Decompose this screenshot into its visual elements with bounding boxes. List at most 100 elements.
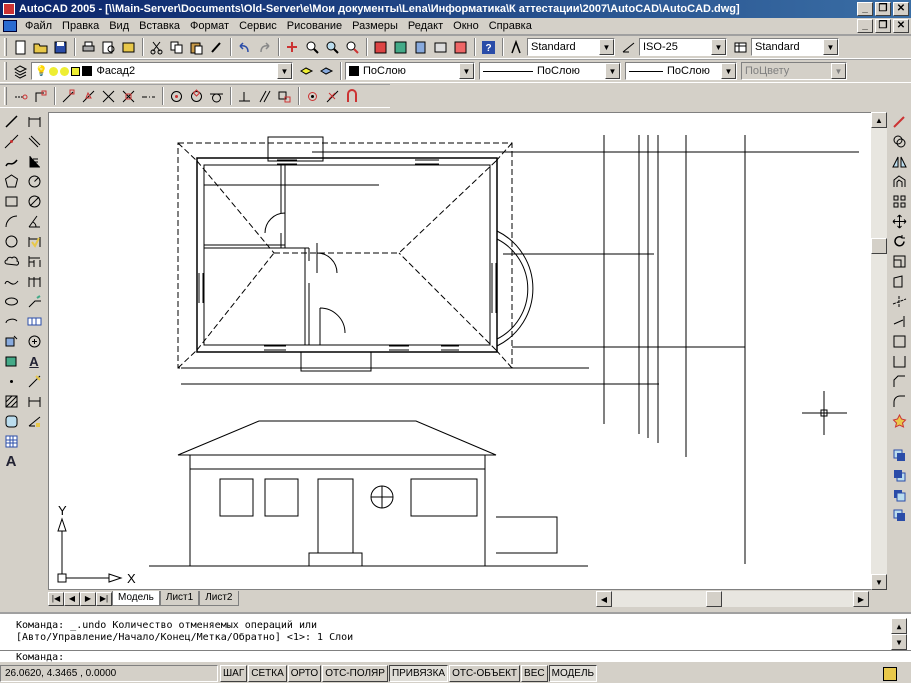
help-icon[interactable]: ? bbox=[479, 38, 498, 57]
send-to-back-icon[interactable] bbox=[890, 466, 909, 485]
insert-block-icon[interactable] bbox=[2, 332, 21, 351]
quick-leader-icon[interactable] bbox=[25, 292, 44, 311]
chevron-down-icon[interactable]: ▼ bbox=[711, 39, 726, 55]
sun-icon[interactable] bbox=[49, 66, 59, 76]
command-window[interactable]: Команда: _.undo Количество отменяемых оп… bbox=[0, 612, 911, 663]
tab-model[interactable]: Модель bbox=[112, 591, 160, 606]
snap-from-icon[interactable] bbox=[31, 87, 50, 106]
preview-icon[interactable] bbox=[99, 38, 118, 57]
menu-insert[interactable]: Вставка bbox=[134, 20, 185, 32]
open-icon[interactable] bbox=[31, 38, 50, 57]
horizontal-scroll-thumb[interactable] bbox=[706, 591, 722, 607]
snap-midpoint-icon[interactable] bbox=[79, 87, 98, 106]
copy-icon[interactable] bbox=[167, 38, 186, 57]
title-bar[interactable]: AutoCAD 2005 - [\\Main-Server\Documents\… bbox=[0, 0, 911, 18]
print-icon[interactable] bbox=[79, 38, 98, 57]
baseline-dimension-icon[interactable] bbox=[25, 252, 44, 271]
plotstyle-select[interactable]: ПоЦвету ▼ bbox=[741, 62, 847, 80]
sheet-set-icon[interactable] bbox=[431, 38, 450, 57]
menu-window[interactable]: Окно bbox=[448, 20, 484, 32]
osnap-toggle[interactable]: ПРИВЯЗКА bbox=[388, 665, 449, 682]
command-scroll-up-icon[interactable]: ▲ bbox=[891, 618, 907, 634]
menu-modify[interactable]: Редакт bbox=[403, 20, 448, 32]
polygon-icon[interactable] bbox=[2, 172, 21, 191]
snap-node-icon[interactable] bbox=[303, 87, 322, 106]
break-icon[interactable] bbox=[890, 352, 909, 371]
markup-icon[interactable] bbox=[451, 38, 470, 57]
tab-prev-icon[interactable]: ◀ bbox=[64, 591, 80, 606]
explode-icon[interactable] bbox=[890, 412, 909, 431]
command-scroll-down-icon[interactable]: ▼ bbox=[891, 634, 907, 650]
otrack-toggle[interactable]: ОТС-ОБЪЕКТ bbox=[449, 665, 521, 682]
tab-next-icon[interactable]: ▶ bbox=[80, 591, 96, 606]
quick-dimension-icon[interactable] bbox=[25, 232, 44, 251]
menu-file[interactable]: Файл bbox=[20, 20, 57, 32]
pan-realtime-icon[interactable] bbox=[283, 38, 302, 57]
model-toggle[interactable]: МОДЕЛЬ bbox=[548, 665, 598, 682]
vertical-scrollbar[interactable]: ▲ ▼ bbox=[871, 112, 887, 590]
linear-dimension-icon[interactable] bbox=[25, 112, 44, 131]
mirror-icon[interactable] bbox=[890, 152, 909, 171]
send-under-icon[interactable] bbox=[890, 506, 909, 525]
break-at-point-icon[interactable] bbox=[890, 332, 909, 351]
snap-quadrant-icon[interactable] bbox=[187, 87, 206, 106]
lineweight-select[interactable]: ПоСлою ▼ bbox=[625, 62, 737, 80]
lock-icon[interactable] bbox=[71, 66, 81, 76]
chevron-down-icon[interactable]: ▼ bbox=[721, 63, 736, 79]
snap-center-icon[interactable] bbox=[167, 87, 186, 106]
point-icon[interactable] bbox=[2, 372, 21, 391]
text-style-icon[interactable] bbox=[507, 38, 526, 57]
freeze-icon[interactable] bbox=[60, 66, 70, 76]
chevron-down-icon[interactable]: ▼ bbox=[277, 63, 292, 79]
construction-line-icon[interactable] bbox=[2, 132, 21, 151]
text-style-select[interactable]: Standard ▼ bbox=[527, 38, 615, 56]
redo-icon[interactable] bbox=[255, 38, 274, 57]
dim-style-select[interactable]: ISO-25 ▼ bbox=[639, 38, 727, 56]
close-button[interactable]: ✕ bbox=[893, 2, 909, 16]
snap-endpoint-icon[interactable] bbox=[59, 87, 78, 106]
cut-icon[interactable] bbox=[147, 38, 166, 57]
communication-center-icon[interactable] bbox=[883, 666, 897, 681]
erase-icon[interactable] bbox=[890, 112, 909, 131]
snap-parallel-icon[interactable] bbox=[255, 87, 274, 106]
chevron-down-icon[interactable]: ▼ bbox=[605, 63, 620, 79]
bring-to-front-icon[interactable] bbox=[890, 446, 909, 465]
region-icon[interactable] bbox=[2, 412, 21, 431]
spline-icon[interactable] bbox=[2, 272, 21, 291]
multiline-text-icon[interactable]: A bbox=[2, 452, 21, 471]
tolerance-icon[interactable] bbox=[25, 312, 44, 331]
dimension-update-icon[interactable] bbox=[25, 392, 44, 411]
continue-dimension-icon[interactable] bbox=[25, 272, 44, 291]
arc-icon[interactable] bbox=[2, 212, 21, 231]
ellipse-icon[interactable] bbox=[2, 292, 21, 311]
zoom-realtime-icon[interactable] bbox=[303, 38, 322, 57]
circle-icon[interactable] bbox=[2, 232, 21, 251]
toolbar-grip[interactable] bbox=[4, 62, 7, 80]
grid-toggle[interactable]: СЕТКА bbox=[248, 665, 287, 682]
maximize-button[interactable]: ❐ bbox=[875, 2, 891, 16]
drawing-canvas[interactable]: Y X bbox=[48, 112, 887, 590]
chamfer-icon[interactable] bbox=[890, 372, 909, 391]
dim-style-icon[interactable] bbox=[619, 38, 638, 57]
dimension-style-icon[interactable] bbox=[25, 412, 44, 431]
snap-nearest-icon[interactable] bbox=[323, 87, 342, 106]
tab-layout1[interactable]: Лист1 bbox=[159, 591, 200, 606]
rectangle-icon[interactable] bbox=[2, 192, 21, 211]
menu-view[interactable]: Вид bbox=[104, 20, 134, 32]
properties-icon[interactable] bbox=[371, 38, 390, 57]
snap-intersection-icon[interactable] bbox=[99, 87, 118, 106]
offset-icon[interactable] bbox=[890, 172, 909, 191]
scale-icon[interactable] bbox=[890, 252, 909, 271]
radius-dimension-icon[interactable] bbox=[25, 172, 44, 191]
dimension-text-edit-icon[interactable] bbox=[25, 372, 44, 391]
scroll-down-icon[interactable]: ▼ bbox=[871, 574, 887, 590]
revision-cloud-icon[interactable] bbox=[2, 252, 21, 271]
vertical-scroll-thumb[interactable] bbox=[871, 238, 887, 254]
table-style-select[interactable]: Standard ▼ bbox=[751, 38, 839, 56]
chevron-down-icon[interactable]: ▼ bbox=[823, 39, 838, 55]
lightbulb-icon[interactable]: 💡 bbox=[35, 66, 47, 77]
line-icon[interactable] bbox=[2, 112, 21, 131]
aligned-dimension-icon[interactable] bbox=[25, 132, 44, 151]
snap-extension-icon[interactable] bbox=[139, 87, 158, 106]
make-layer-current-icon[interactable] bbox=[297, 62, 316, 81]
